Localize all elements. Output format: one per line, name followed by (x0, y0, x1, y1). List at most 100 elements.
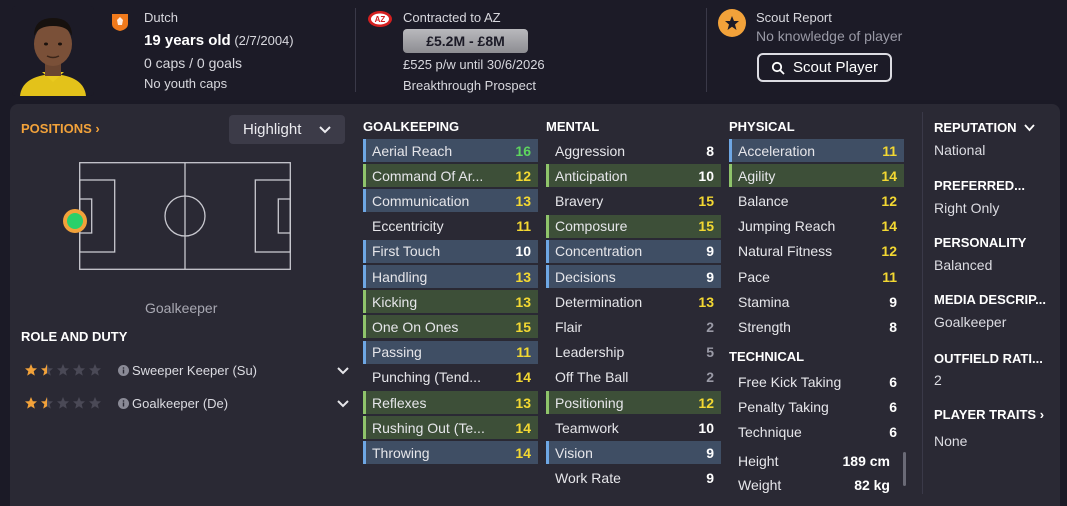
date-of-birth: (2/7/2004) (234, 33, 294, 48)
role-row[interactable]: Sweeper Keeper (Su) (24, 361, 349, 379)
attribute-value: 8 (706, 142, 714, 159)
attribute-name: Passing (372, 344, 422, 361)
reputation-value: National (934, 142, 986, 158)
role-duty-title: ROLE AND DUTY (21, 329, 128, 344)
goalkeeping-attribute-row[interactable]: Punching (Tend... 14 (363, 366, 538, 389)
physical-attribute-row[interactable]: Natural Fitness 12 (729, 240, 904, 263)
value-range-badge[interactable]: £5.2M - £8M (403, 29, 528, 53)
highlight-dropdown[interactable]: Highlight (229, 115, 345, 144)
goalkeeping-attribute-row[interactable]: Throwing 14 (363, 441, 538, 465)
nationality: Dutch (144, 10, 178, 25)
player-traits-link[interactable]: PLAYER TRAITS › (934, 407, 1044, 422)
goalkeeping-title: GOALKEEPING (363, 119, 460, 134)
attribute-name: Off The Ball (555, 369, 629, 386)
physical-attribute-row[interactable]: Jumping Reach 14 (729, 215, 904, 238)
mental-attribute-row[interactable]: Vision 9 (546, 441, 721, 465)
mental-attribute-row[interactable]: Flair 2 (546, 315, 721, 338)
chevron-down-icon[interactable] (337, 363, 349, 378)
goalkeeping-attribute-row[interactable]: First Touch 10 (363, 239, 538, 263)
goalkeeping-attribute-row[interactable]: Command Of Ar... 12 (363, 164, 538, 188)
mental-attribute-row[interactable]: Anticipation 10 (546, 164, 721, 188)
attribute-value: 13 (698, 293, 714, 310)
physical-attribute-row[interactable]: Pace 11 (729, 265, 904, 288)
media-description-value: Goalkeeper (934, 314, 1007, 330)
attribute-value: 14 (515, 419, 531, 436)
reputation-title[interactable]: REPUTATION (934, 120, 1035, 135)
star-icon (89, 397, 101, 409)
role-rating-stars (24, 363, 114, 377)
outfield-rating-title: OUTFIELD RATI... (934, 351, 1043, 366)
attribute-value: 11 (516, 344, 531, 361)
age: 19 years old (144, 32, 231, 49)
attribute-name: Throwing (372, 444, 430, 461)
mental-attribute-row[interactable]: Positioning 12 (546, 391, 721, 414)
positions-title: POSITIONS (21, 121, 92, 136)
goalkeeping-attribute-row[interactable]: Communication 13 (363, 189, 538, 213)
position-pitch (79, 162, 291, 270)
attribute-name: Technique (738, 423, 802, 440)
mental-attribute-row[interactable]: Determination 13 (546, 290, 721, 313)
attribute-value: 13 (515, 394, 531, 411)
mental-attribute-row[interactable]: Off The Ball 2 (546, 366, 721, 389)
goalkeeping-attribute-row[interactable]: Eccentricity 11 (363, 215, 538, 238)
az-club-logo-icon: AZ (367, 10, 393, 28)
mental-attribute-row[interactable]: Decisions 9 (546, 265, 721, 288)
positions-link[interactable]: POSITIONS › (21, 121, 100, 136)
attribute-value: 13 (515, 293, 531, 310)
wage-info: £525 p/w until 30/6/2026 (403, 57, 545, 72)
goalkeeping-attribute-row[interactable]: Handling 13 (363, 265, 538, 288)
chevron-down-icon (1024, 124, 1035, 132)
attribute-name: Strength (738, 318, 791, 335)
physical-attribute-row[interactable]: Balance 12 (729, 189, 904, 212)
attribute-name: Command Of Ar... (372, 167, 484, 184)
mental-attribute-row[interactable]: Concentration 9 (546, 239, 721, 263)
goalkeeping-attribute-row[interactable]: Passing 11 (363, 340, 538, 364)
goalkeeper-position-marker[interactable] (63, 209, 87, 233)
mental-attribute-row[interactable]: Composure 15 (546, 214, 721, 238)
attribute-value: 12 (881, 243, 897, 260)
goalkeeping-attribute-row[interactable]: One On Ones 15 (363, 315, 538, 339)
attribute-value: 9 (706, 268, 714, 285)
star-icon (73, 364, 85, 376)
attribute-name: Work Rate (555, 470, 621, 487)
player-status: Breakthrough Prospect (403, 78, 536, 93)
attribute-name: Agility (738, 167, 776, 184)
attribute-name: Leadership (555, 344, 625, 361)
chevron-right-icon: › (1039, 407, 1045, 422)
technical-attribute-row[interactable]: Free Kick Taking 6 (729, 370, 904, 393)
attribute-name: First Touch (372, 243, 441, 260)
goalkeeping-attribute-row[interactable]: Reflexes 13 (363, 391, 538, 414)
goalkeeping-attribute-row[interactable]: Aerial Reach 16 (363, 139, 538, 162)
weight-value: 82 kg (854, 477, 890, 493)
goalkeeping-attribute-row[interactable]: Rushing Out (Te... 14 (363, 416, 538, 440)
chevron-down-icon[interactable] (337, 396, 349, 411)
attribute-name: One On Ones (372, 318, 459, 335)
scrollbar[interactable] (903, 452, 906, 486)
preferred-foot-title: PREFERRED... (934, 178, 1026, 193)
scout-player-button[interactable]: Scout Player (757, 53, 892, 82)
goalkeeping-attribute-row[interactable]: Kicking 13 (363, 290, 538, 314)
physical-attribute-row[interactable]: Strength 8 (729, 315, 904, 338)
attribute-value: 11 (882, 142, 897, 159)
attribute-value: 14 (515, 369, 531, 386)
mental-attribute-row[interactable]: Bravery 15 (546, 189, 721, 212)
header-divider (706, 8, 707, 92)
mental-attribute-row[interactable]: Leadership 5 (546, 341, 721, 364)
attribute-name: Vision (555, 444, 593, 461)
mental-attribute-row[interactable]: Aggression 8 (546, 139, 721, 162)
role-row[interactable]: Goalkeeper (De) (24, 394, 349, 412)
info-icon[interactable] (114, 364, 132, 376)
attribute-value: 16 (515, 142, 531, 159)
player-traits-title: PLAYER TRAITS (934, 407, 1037, 422)
mental-attribute-row[interactable]: Teamwork 10 (546, 416, 721, 439)
star-icon (25, 397, 37, 409)
mental-attribute-row[interactable]: Work Rate 9 (546, 467, 721, 490)
info-icon[interactable] (114, 397, 132, 409)
physical-attribute-row[interactable]: Acceleration 11 (729, 139, 904, 162)
youth-caps: No youth caps (144, 76, 228, 91)
physical-attribute-row[interactable]: Agility 14 (729, 164, 904, 188)
physical-attribute-row[interactable]: Stamina 9 (729, 290, 904, 313)
technical-attribute-row[interactable]: Technique 6 (729, 420, 904, 443)
weight-row: Weight 82 kg (738, 477, 890, 493)
technical-attribute-row[interactable]: Penalty Taking 6 (729, 395, 904, 418)
